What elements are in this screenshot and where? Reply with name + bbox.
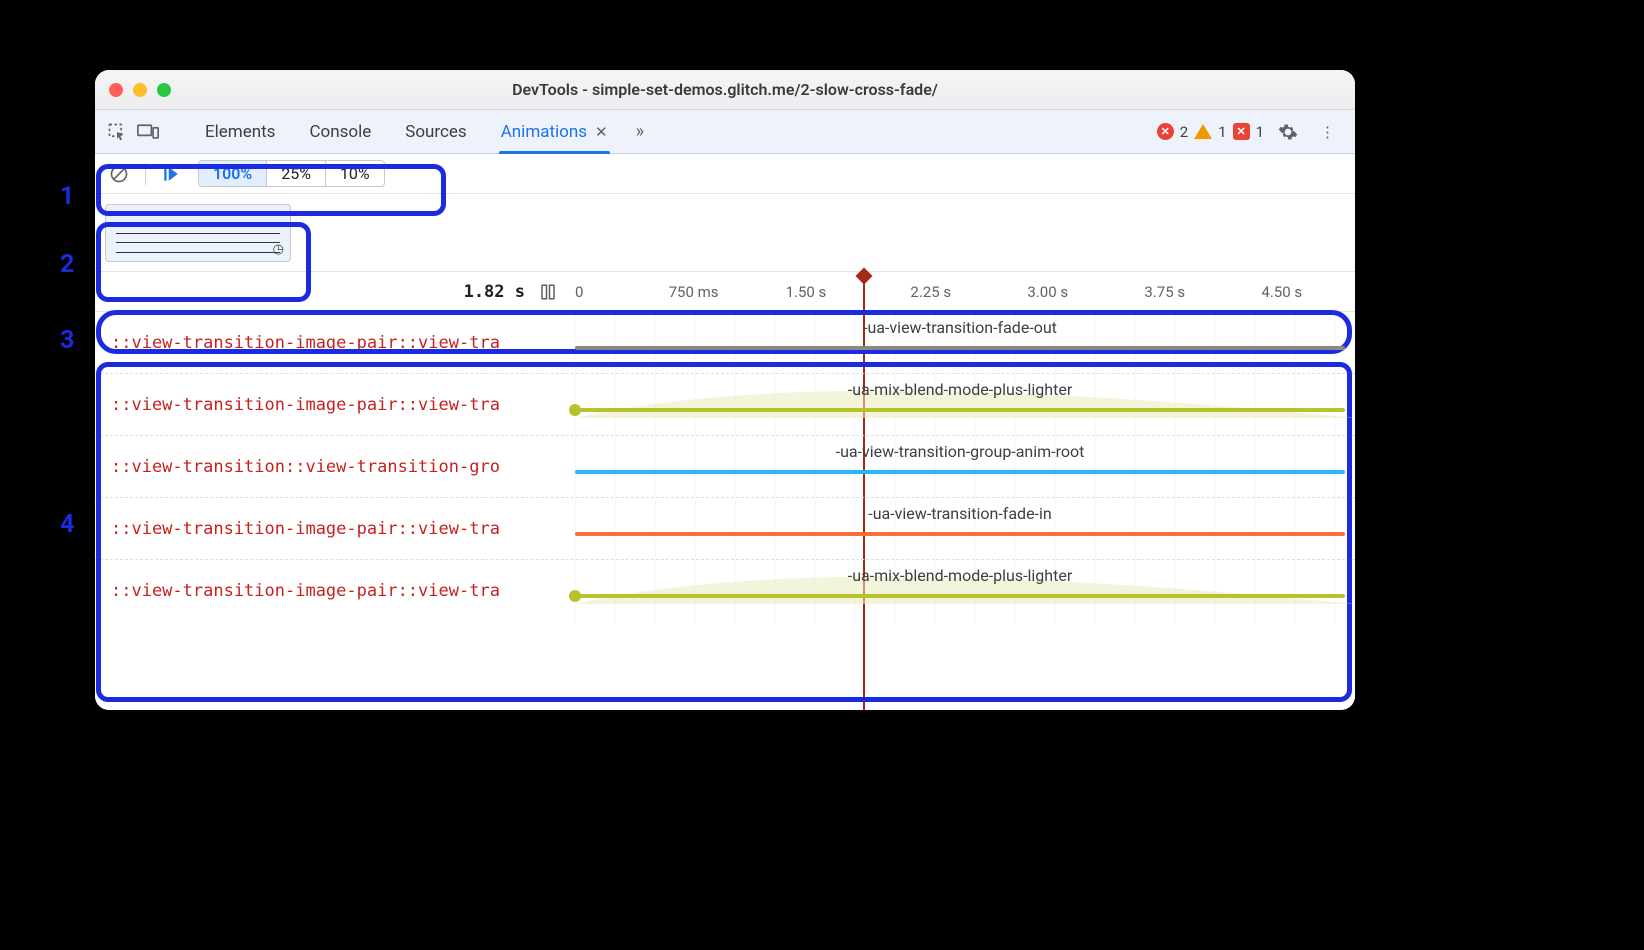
callout-3: 3 (60, 326, 74, 355)
track-row[interactable]: ::view-transition::view-transition-gro-u… (95, 436, 1355, 498)
track-bar[interactable] (575, 408, 1345, 412)
track-row[interactable]: ::view-transition-image-pair::view-tra-u… (95, 560, 1355, 622)
keyframe-dot[interactable] (569, 404, 581, 416)
track-lane[interactable]: -ua-view-transition-fade-out (575, 312, 1355, 373)
tick: 4.50 s (1261, 283, 1302, 301)
track-lane[interactable]: -ua-view-transition-group-anim-root (575, 436, 1355, 497)
anim-toolbar: 100% 25% 10% (95, 154, 1355, 194)
tracks: ::view-transition-image-pair::view-tra-u… (95, 312, 1355, 622)
speed-10[interactable]: 10% (325, 161, 384, 186)
track-bar[interactable] (575, 532, 1345, 536)
easing-curve (575, 564, 1355, 604)
track-selector[interactable]: ::view-transition-image-pair::view-tra (95, 519, 575, 539)
tab-label: Animations (501, 122, 587, 142)
tick: 3.00 s (1027, 283, 1068, 301)
play-icon[interactable] (156, 161, 186, 187)
error-icon[interactable]: ✕ (1157, 123, 1174, 140)
zoom-icon[interactable] (157, 83, 171, 97)
tab-elements[interactable]: Elements (193, 110, 287, 153)
clear-icon[interactable] (103, 160, 135, 188)
tab-label: Elements (205, 122, 275, 142)
tick: 1.50 s (786, 283, 827, 301)
error-count[interactable]: 2 (1180, 123, 1188, 141)
track-selector[interactable]: ::view-transition-image-pair::view-tra (95, 333, 575, 353)
timeline-ticks[interactable]: 0 750 ms 1.50 s 2.25 s 3.00 s 3.75 s 4.5… (575, 272, 1355, 311)
close-icon[interactable]: ✕ (595, 123, 608, 141)
tab-console[interactable]: Console (297, 110, 383, 153)
track-row[interactable]: ::view-transition-image-pair::view-tra-u… (95, 498, 1355, 560)
buffer-row: ◷ (95, 194, 1355, 272)
traffic-lights[interactable] (109, 83, 171, 97)
track-bar[interactable] (575, 346, 1345, 350)
issue-count[interactable]: 1 (1256, 123, 1264, 141)
speed-25[interactable]: 25% (266, 161, 325, 186)
current-time: 1.82 s (464, 282, 525, 302)
devtools-tabs: Elements Console Sources Animations ✕ » … (95, 110, 1355, 154)
callout-4: 4 (60, 510, 74, 539)
track-bar[interactable] (575, 594, 1345, 598)
gear-icon[interactable] (1270, 122, 1306, 142)
more-tabs-icon[interactable]: » (630, 121, 650, 142)
track-row[interactable]: ::view-transition-image-pair::view-tra-u… (95, 374, 1355, 436)
track-row[interactable]: ::view-transition-image-pair::view-tra-u… (95, 312, 1355, 374)
track-bar[interactable] (575, 470, 1345, 474)
tick: 0 (575, 283, 583, 301)
pause-icon[interactable] (539, 283, 557, 301)
kebab-icon[interactable]: ⋮ (1312, 123, 1343, 141)
close-icon[interactable] (109, 83, 123, 97)
callout-2: 2 (60, 250, 74, 279)
track-selector[interactable]: ::view-transition-image-pair::view-tra (95, 395, 575, 415)
divider (145, 163, 146, 185)
tick: 750 ms (669, 283, 719, 301)
clock-icon: ◷ (273, 242, 284, 257)
devtools-window: DevTools - simple-set-demos.glitch.me/2-… (95, 70, 1355, 710)
easing-curve (575, 378, 1355, 418)
tick: 2.25 s (910, 283, 951, 301)
track-selector[interactable]: ::view-transition::view-transition-gro (95, 457, 575, 477)
issue-icon[interactable]: ✕ (1233, 123, 1250, 140)
inspect-icon[interactable] (107, 122, 127, 142)
grid-stripes (575, 436, 1355, 497)
timeline-header[interactable]: 1.82 s 0 750 ms 1.50 s 2.25 s 3.00 s 3.7… (95, 272, 1355, 312)
tab-animations[interactable]: Animations ✕ (489, 110, 620, 153)
speed-group: 100% 25% 10% (198, 160, 385, 187)
grid-stripes (575, 498, 1355, 559)
keyframe-dot[interactable] (569, 590, 581, 602)
track-lane[interactable]: -ua-mix-blend-mode-plus-lighter (575, 374, 1355, 435)
minimize-icon[interactable] (133, 83, 147, 97)
tab-sources[interactable]: Sources (393, 110, 478, 153)
tab-label: Sources (405, 122, 466, 142)
anim-group-thumb[interactable]: ◷ (105, 204, 291, 262)
track-lane[interactable]: -ua-mix-blend-mode-plus-lighter (575, 560, 1355, 622)
animations-panel: 100% 25% 10% ◷ 1.82 s (95, 154, 1355, 710)
tick: 3.75 s (1144, 283, 1185, 301)
grid-stripes (575, 312, 1355, 373)
warning-icon[interactable] (1194, 124, 1212, 139)
tab-label: Console (309, 122, 371, 142)
track-selector[interactable]: ::view-transition-image-pair::view-tra (95, 581, 575, 601)
track-lane[interactable]: -ua-view-transition-fade-in (575, 498, 1355, 559)
callout-1: 1 (60, 182, 74, 211)
speed-100[interactable]: 100% (199, 161, 266, 186)
titlebar: DevTools - simple-set-demos.glitch.me/2-… (95, 70, 1355, 110)
window-title: DevTools - simple-set-demos.glitch.me/2-… (95, 80, 1355, 99)
device-icon[interactable] (137, 122, 159, 142)
warning-count[interactable]: 1 (1218, 123, 1226, 141)
